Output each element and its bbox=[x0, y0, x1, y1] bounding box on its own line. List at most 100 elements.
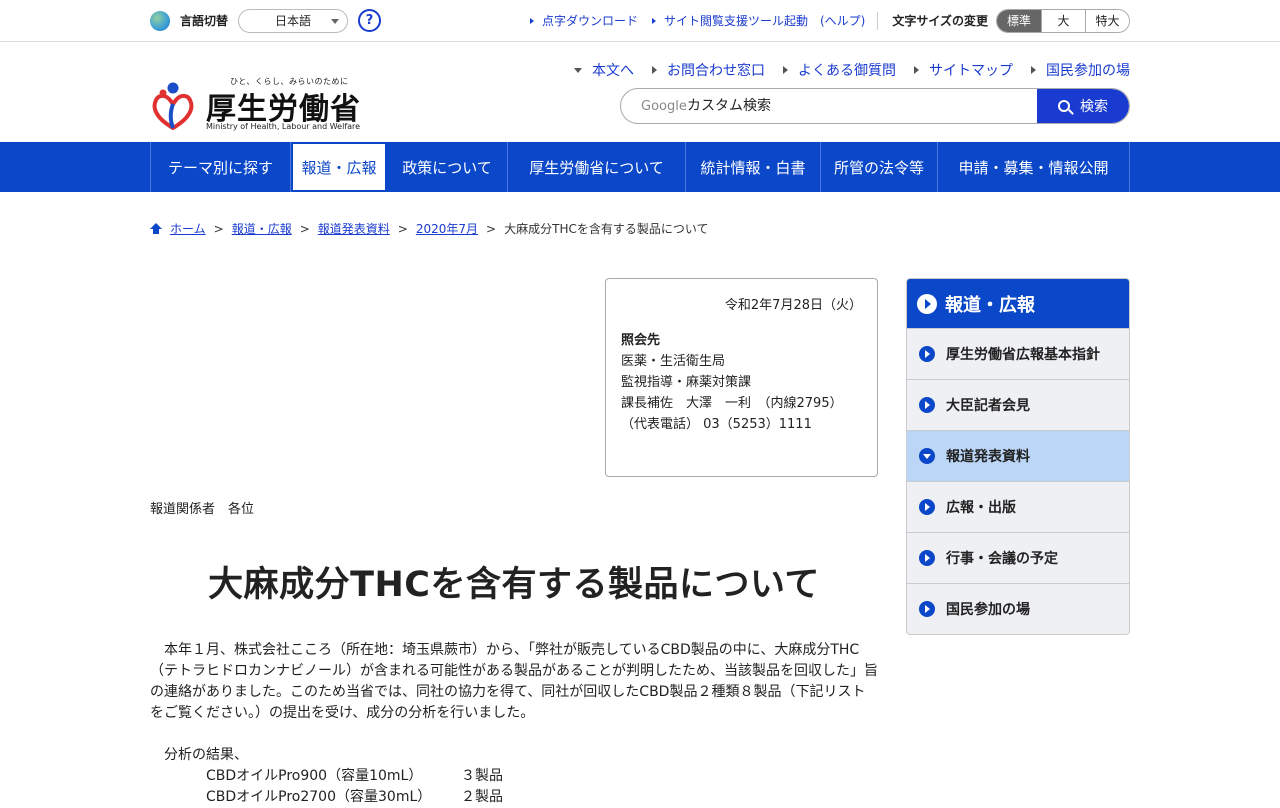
breadcrumb-home[interactable]: ホーム bbox=[170, 220, 206, 237]
sidebar-item-publications[interactable]: 広報・出版 bbox=[907, 481, 1129, 532]
analysis-results: 分析の結果、 CBDオイルPro900（容量10mL） ３製品 CBDオイルPr… bbox=[164, 745, 503, 808]
language-label: 言語切替 bbox=[180, 14, 229, 28]
results-heading: 分析の結果、 bbox=[164, 747, 248, 763]
arrow-down-icon bbox=[574, 67, 582, 73]
sidebar-item-label: 大臣記者会見 bbox=[946, 398, 1030, 414]
globe-icon bbox=[150, 10, 170, 31]
nav-item-about[interactable]: 厚生労働省について bbox=[508, 142, 686, 192]
skip-label: 本文へ bbox=[592, 63, 634, 79]
language-value: 日本語 bbox=[275, 14, 312, 28]
contact-bureau: 医薬・生活衛生局 bbox=[621, 354, 726, 369]
list-item: CBDオイルPro900（容量10mL） ３製品 bbox=[164, 766, 503, 787]
arrow-circle-icon bbox=[919, 601, 935, 617]
sidebar-item-press-releases[interactable]: 報道発表資料 bbox=[907, 430, 1129, 481]
sidebar-item-label: 厚生労働省広報基本指針 bbox=[946, 347, 1100, 363]
chevron-down-circle-icon bbox=[919, 448, 935, 464]
accessibility-tool-label: サイト閲覧支援ツール起動 bbox=[663, 14, 808, 28]
arrow-circle-icon bbox=[919, 346, 935, 362]
logo-mark-icon bbox=[152, 82, 194, 130]
braille-download-label: 点字ダウンロード bbox=[541, 14, 638, 28]
help-icon[interactable]: ? bbox=[358, 9, 382, 32]
arrow-right-icon bbox=[783, 66, 788, 74]
global-nav: テーマ別に探す 報道・広報 政策について 厚生労働省について 統計情報・白書 所… bbox=[0, 142, 1280, 192]
contact-division: 監視指導・麻薬対策課 bbox=[621, 375, 752, 390]
arrow-right-icon bbox=[652, 66, 657, 74]
body-paragraph: 本年１月、株式会社こころ（所在地：埼玉県蕨市）から、「弊社が販売しているCBD製… bbox=[150, 642, 878, 721]
search-brand: Google bbox=[641, 99, 687, 114]
breadcrumb-separator: > bbox=[486, 221, 497, 236]
nav-item-policy[interactable]: 政策について bbox=[387, 142, 508, 192]
sidebar-title: 報道・広報 bbox=[945, 294, 1035, 316]
sitemap-label: サイトマップ bbox=[929, 63, 1013, 79]
language-select[interactable]: 日本語 bbox=[238, 8, 349, 33]
font-size-xlarge-button[interactable]: 特大 bbox=[1085, 9, 1129, 32]
font-size-large-button[interactable]: 大 bbox=[1041, 9, 1085, 32]
arrow-right-icon bbox=[1031, 66, 1036, 74]
sidebar-header[interactable]: 報道・広報 bbox=[907, 279, 1129, 328]
breadcrumb: ホーム > 報道・広報 > 報道発表資料 > 2020年7月 > 大麻成分THC… bbox=[150, 220, 708, 237]
contact-title: 照会先 bbox=[621, 333, 661, 348]
sidebar-item-label: 国民参加の場 bbox=[946, 602, 1030, 618]
braille-download-link[interactable]: 点字ダウンロード bbox=[529, 12, 638, 29]
breadcrumb-month[interactable]: 2020年7月 bbox=[416, 220, 478, 237]
arrow-right-icon bbox=[651, 17, 656, 24]
arrow-right-icon bbox=[914, 66, 919, 74]
nav-item-press[interactable]: 報道・広報 bbox=[291, 142, 387, 192]
product-count: ２製品 bbox=[461, 789, 503, 805]
sidebar-item-pr-policy[interactable]: 厚生労働省広報基本指針 bbox=[907, 328, 1129, 379]
breadcrumb-press-releases[interactable]: 報道発表資料 bbox=[318, 220, 390, 237]
sidebar-item-press-conference[interactable]: 大臣記者会見 bbox=[907, 379, 1129, 430]
site-logo[interactable]: ひと、くらし、みらいのために 厚生労働省 Ministry of Health,… bbox=[150, 74, 360, 134]
product-name: CBDオイルPro900（容量10mL） bbox=[206, 768, 423, 784]
sidebar-item-participation[interactable]: 国民参加の場 bbox=[907, 583, 1129, 634]
logo-english: Ministry of Health, Labour and Welfare bbox=[206, 122, 361, 131]
nav-item-statistics[interactable]: 統計情報・白書 bbox=[686, 142, 821, 192]
sidebar-item-label: 行事・会議の予定 bbox=[946, 551, 1058, 567]
font-size-switcher: 標準 大 特大 bbox=[996, 8, 1130, 33]
accessibility-tool-link[interactable]: サイト閲覧支援ツール起動 bbox=[651, 12, 808, 29]
nav-item-themes[interactable]: テーマ別に探す bbox=[151, 142, 291, 192]
search-button[interactable]: 検索 bbox=[1037, 89, 1129, 123]
header-links: 本文へ お問合わせ窓口 よくある御質問 サイトマップ 国民参加の場 bbox=[556, 60, 1130, 80]
contact-phone: （代表電話） 03（5253）1111 bbox=[621, 417, 812, 432]
utility-bar: 言語切替 日本語 ? 点字ダウンロード サイト閲覧支援ツール起動 (ヘルプ) 文… bbox=[0, 0, 1280, 42]
sitemap-link[interactable]: サイトマップ bbox=[914, 60, 1013, 80]
chevron-down-icon bbox=[331, 18, 340, 24]
release-date: 令和2年7月28日（火） bbox=[724, 298, 862, 313]
public-participation-link[interactable]: 国民参加の場 bbox=[1031, 60, 1130, 80]
contact-person: 課長補佐 大澤 一利 （内線2795） bbox=[621, 396, 843, 411]
faq-label: よくある御質問 bbox=[798, 63, 896, 79]
list-item: CBDオイルPro2700（容量30mL） ２製品 bbox=[164, 787, 503, 808]
contact-link[interactable]: お問合わせ窓口 bbox=[652, 60, 765, 80]
arrow-right-icon bbox=[529, 17, 534, 24]
search-button-label: 検索 bbox=[1080, 99, 1108, 115]
breadcrumb-separator: > bbox=[299, 221, 310, 236]
arrow-circle-icon bbox=[919, 550, 935, 566]
breadcrumb-press[interactable]: 報道・広報 bbox=[232, 220, 292, 237]
sidebar-menu: 報道・広報 厚生労働省広報基本指針 大臣記者会見 報道発表資料 広報・出版 行事… bbox=[906, 278, 1130, 635]
addressee: 報道関係者 各位 bbox=[150, 502, 255, 517]
sidebar-item-label: 広報・出版 bbox=[946, 500, 1016, 516]
font-size-standard-button[interactable]: 標準 bbox=[997, 9, 1041, 32]
search-icon bbox=[1058, 100, 1070, 112]
contact-label: お問合わせ窓口 bbox=[667, 63, 765, 79]
font-size-label: 文字サイズの変更 bbox=[892, 14, 988, 28]
help-link[interactable]: (ヘルプ) bbox=[820, 12, 865, 29]
sidebar-item-label: 報道発表資料 bbox=[946, 449, 1030, 465]
breadcrumb-separator: > bbox=[213, 221, 224, 236]
site-header: ひと、くらし、みらいのために 厚生労働省 Ministry of Health,… bbox=[0, 42, 1280, 142]
breadcrumb-separator: > bbox=[397, 221, 408, 236]
breadcrumb-current: 大麻成分THCを含有する製品について bbox=[504, 222, 709, 236]
public-participation-label: 国民参加の場 bbox=[1046, 63, 1130, 79]
arrow-circle-icon bbox=[919, 499, 935, 515]
search-bar: Google 検索 bbox=[620, 88, 1130, 124]
sidebar-item-events[interactable]: 行事・会議の予定 bbox=[907, 532, 1129, 583]
nav-item-laws[interactable]: 所管の法令等 bbox=[821, 142, 938, 192]
arrow-circle-icon bbox=[919, 397, 935, 413]
arrow-circle-icon bbox=[917, 293, 937, 314]
faq-link[interactable]: よくある御質問 bbox=[783, 60, 896, 80]
skip-to-content-link[interactable]: 本文へ bbox=[574, 60, 634, 80]
nav-item-applications[interactable]: 申請・募集・情報公開 bbox=[938, 142, 1130, 192]
contact-box: 令和2年7月28日（火） 照会先 医薬・生活衛生局 監視指導・麻薬対策課 課長補… bbox=[605, 278, 878, 477]
divider bbox=[877, 11, 879, 30]
